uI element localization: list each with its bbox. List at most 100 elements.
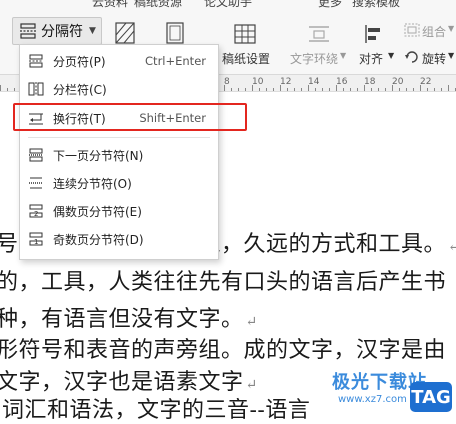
- rotate-button[interactable]: 旋转: [422, 50, 446, 67]
- column-break-icon: [28, 82, 44, 96]
- align-icon: [365, 25, 380, 43]
- ruler-tick: [287, 88, 288, 91]
- ruler-tick: [364, 85, 365, 91]
- page-break-icon: [29, 54, 43, 68]
- menu-item-odd-page-section[interactable]: 1 奇数页分节符(D): [20, 226, 218, 252]
- menu-item-label: 下一页分节符(N): [53, 148, 144, 163]
- ruler-tick: [231, 88, 232, 91]
- ruler-tick: [280, 85, 281, 91]
- ruler-tick: [308, 85, 309, 91]
- ruler-tick: [357, 88, 358, 91]
- ruler-tick: [392, 85, 393, 91]
- chevron-down-icon: ▼: [448, 51, 455, 60]
- ruler-tick: [266, 88, 267, 91]
- doc-line: 种，有语言但没有文字。 ↵: [0, 307, 258, 332]
- group-button[interactable]: 组合: [422, 23, 446, 40]
- chevron-down-icon: ▼: [340, 51, 347, 60]
- ruler-tick: [14, 88, 15, 91]
- page-background-icon[interactable]: [115, 22, 135, 44]
- menu-item-shortcut: Ctrl+Enter: [145, 54, 206, 68]
- ruler-tick: [259, 88, 260, 91]
- highlight-annotation-box: [13, 103, 247, 131]
- ruler-tick: [378, 88, 379, 91]
- next-page-section-icon: [29, 148, 43, 162]
- ruler-tick: [427, 88, 428, 91]
- ruler-tick: [245, 88, 246, 91]
- ruler-tick: [336, 85, 337, 91]
- tab-manuscript-resources[interactable]: 稿纸资源: [134, 0, 182, 10]
- ruler-tick: [294, 88, 295, 91]
- ruler-tick: [322, 88, 323, 91]
- chevron-down-icon: ▼: [388, 51, 395, 60]
- menu-item-label: 分栏符(C): [53, 82, 107, 97]
- ruler-tick: [371, 88, 372, 91]
- paragraph-mark-icon: ↵: [245, 377, 258, 393]
- manuscript-grid-icon: [234, 24, 256, 44]
- menu-item-page-break[interactable]: 分页符(P) Ctrl+Enter: [20, 48, 218, 74]
- tab-thesis-assistant[interactable]: 论文助手: [204, 0, 252, 10]
- align-button[interactable]: 对齐: [359, 50, 383, 67]
- chevron-down-icon: ▼: [448, 24, 455, 33]
- ruler-number: 18: [364, 77, 376, 87]
- separator-dropdown-menu: 分页符(P) Ctrl+Enter 分栏符(C) 换行符(T) Shift+En…: [19, 44, 219, 260]
- ruler-number: 22: [420, 77, 432, 87]
- page-border-icon[interactable]: [166, 22, 184, 44]
- ruler-tick: [343, 88, 344, 91]
- separator-label: 分隔符: [41, 24, 83, 40]
- ruler-tick: [420, 85, 421, 91]
- ruler-tick: [224, 85, 225, 91]
- menu-item-label: 分页符(P): [53, 54, 106, 69]
- ruler-tick: [441, 88, 442, 91]
- watermark-url: www.xz7.com: [338, 394, 407, 405]
- ribbon-top-strip: 云资料 稿纸资源 论文助手 更多 搜索模板: [0, 0, 456, 10]
- menu-item-continuous-section[interactable]: 连续分节符(O): [20, 170, 218, 196]
- ruler-tick: [413, 88, 414, 91]
- tab-more[interactable]: 更多: [318, 0, 342, 10]
- doc-line: 词汇和语法，文字的三音--语言: [2, 398, 311, 423]
- menu-item-label: 奇数页分节符(D): [53, 232, 144, 247]
- ruler-tick: [301, 88, 302, 91]
- chevron-down-icon: ▼: [89, 26, 96, 36]
- ruler-tick: [385, 88, 386, 91]
- menu-item-next-page-section[interactable]: 下一页分节符(N): [20, 142, 218, 168]
- ruler-number: 14: [308, 77, 320, 87]
- tab-cloud-resources[interactable]: 云资料: [92, 0, 128, 10]
- rotate-icon: [405, 51, 418, 63]
- menu-divider: [28, 137, 210, 138]
- text-wrap-icon: [309, 26, 329, 42]
- ruler-number: 16: [336, 77, 348, 87]
- ruler-tick: [252, 85, 253, 91]
- ruler-tick: [315, 88, 316, 91]
- ruler-tick: [434, 88, 435, 91]
- site-watermark: 极光下载站 www.xz7.com TAG: [318, 360, 456, 420]
- ruler-tick: [238, 88, 239, 91]
- paragraph-mark-icon: ↵: [448, 239, 456, 255]
- ruler-tick: [0, 85, 1, 91]
- group-icon: [404, 23, 420, 37]
- paragraph-mark-icon: ↵: [245, 314, 258, 330]
- ruler-number: 12: [280, 77, 292, 87]
- menu-item-label: 偶数页分节符(E): [53, 204, 142, 219]
- odd-page-section-icon: 1: [29, 232, 43, 246]
- ruler-number: 10: [252, 77, 264, 87]
- ruler-number: 20: [392, 77, 404, 87]
- menu-item-even-page-section[interactable]: 2 偶数页分节符(E): [20, 198, 218, 224]
- text-wrap-button[interactable]: 文字环绕: [290, 50, 338, 67]
- menu-item-column-break[interactable]: 分栏符(C): [20, 76, 218, 102]
- ruler-tick: [406, 88, 407, 91]
- ruler-tick: [399, 88, 400, 91]
- search-template[interactable]: 搜索模板: [352, 0, 400, 10]
- ruler-tick: [7, 88, 8, 91]
- separator-icon: [20, 23, 36, 39]
- separator-dropdown-button[interactable]: 分隔符 ▼: [12, 17, 102, 45]
- ruler-tick: [350, 88, 351, 91]
- watermark-tag-badge: TAG: [410, 382, 452, 412]
- continuous-section-icon: [29, 177, 43, 189]
- ruler-tick: [329, 88, 330, 91]
- menu-item-label: 连续分节符(O): [53, 176, 132, 191]
- manuscript-settings-button[interactable]: 稿纸设置: [222, 50, 270, 67]
- even-page-section-icon: 2: [29, 204, 43, 218]
- ruler-tick: [448, 85, 449, 91]
- ruler-tick: [273, 88, 274, 91]
- doc-line: 的，工具，人类往往先有口头的语言后产生书: [0, 270, 447, 295]
